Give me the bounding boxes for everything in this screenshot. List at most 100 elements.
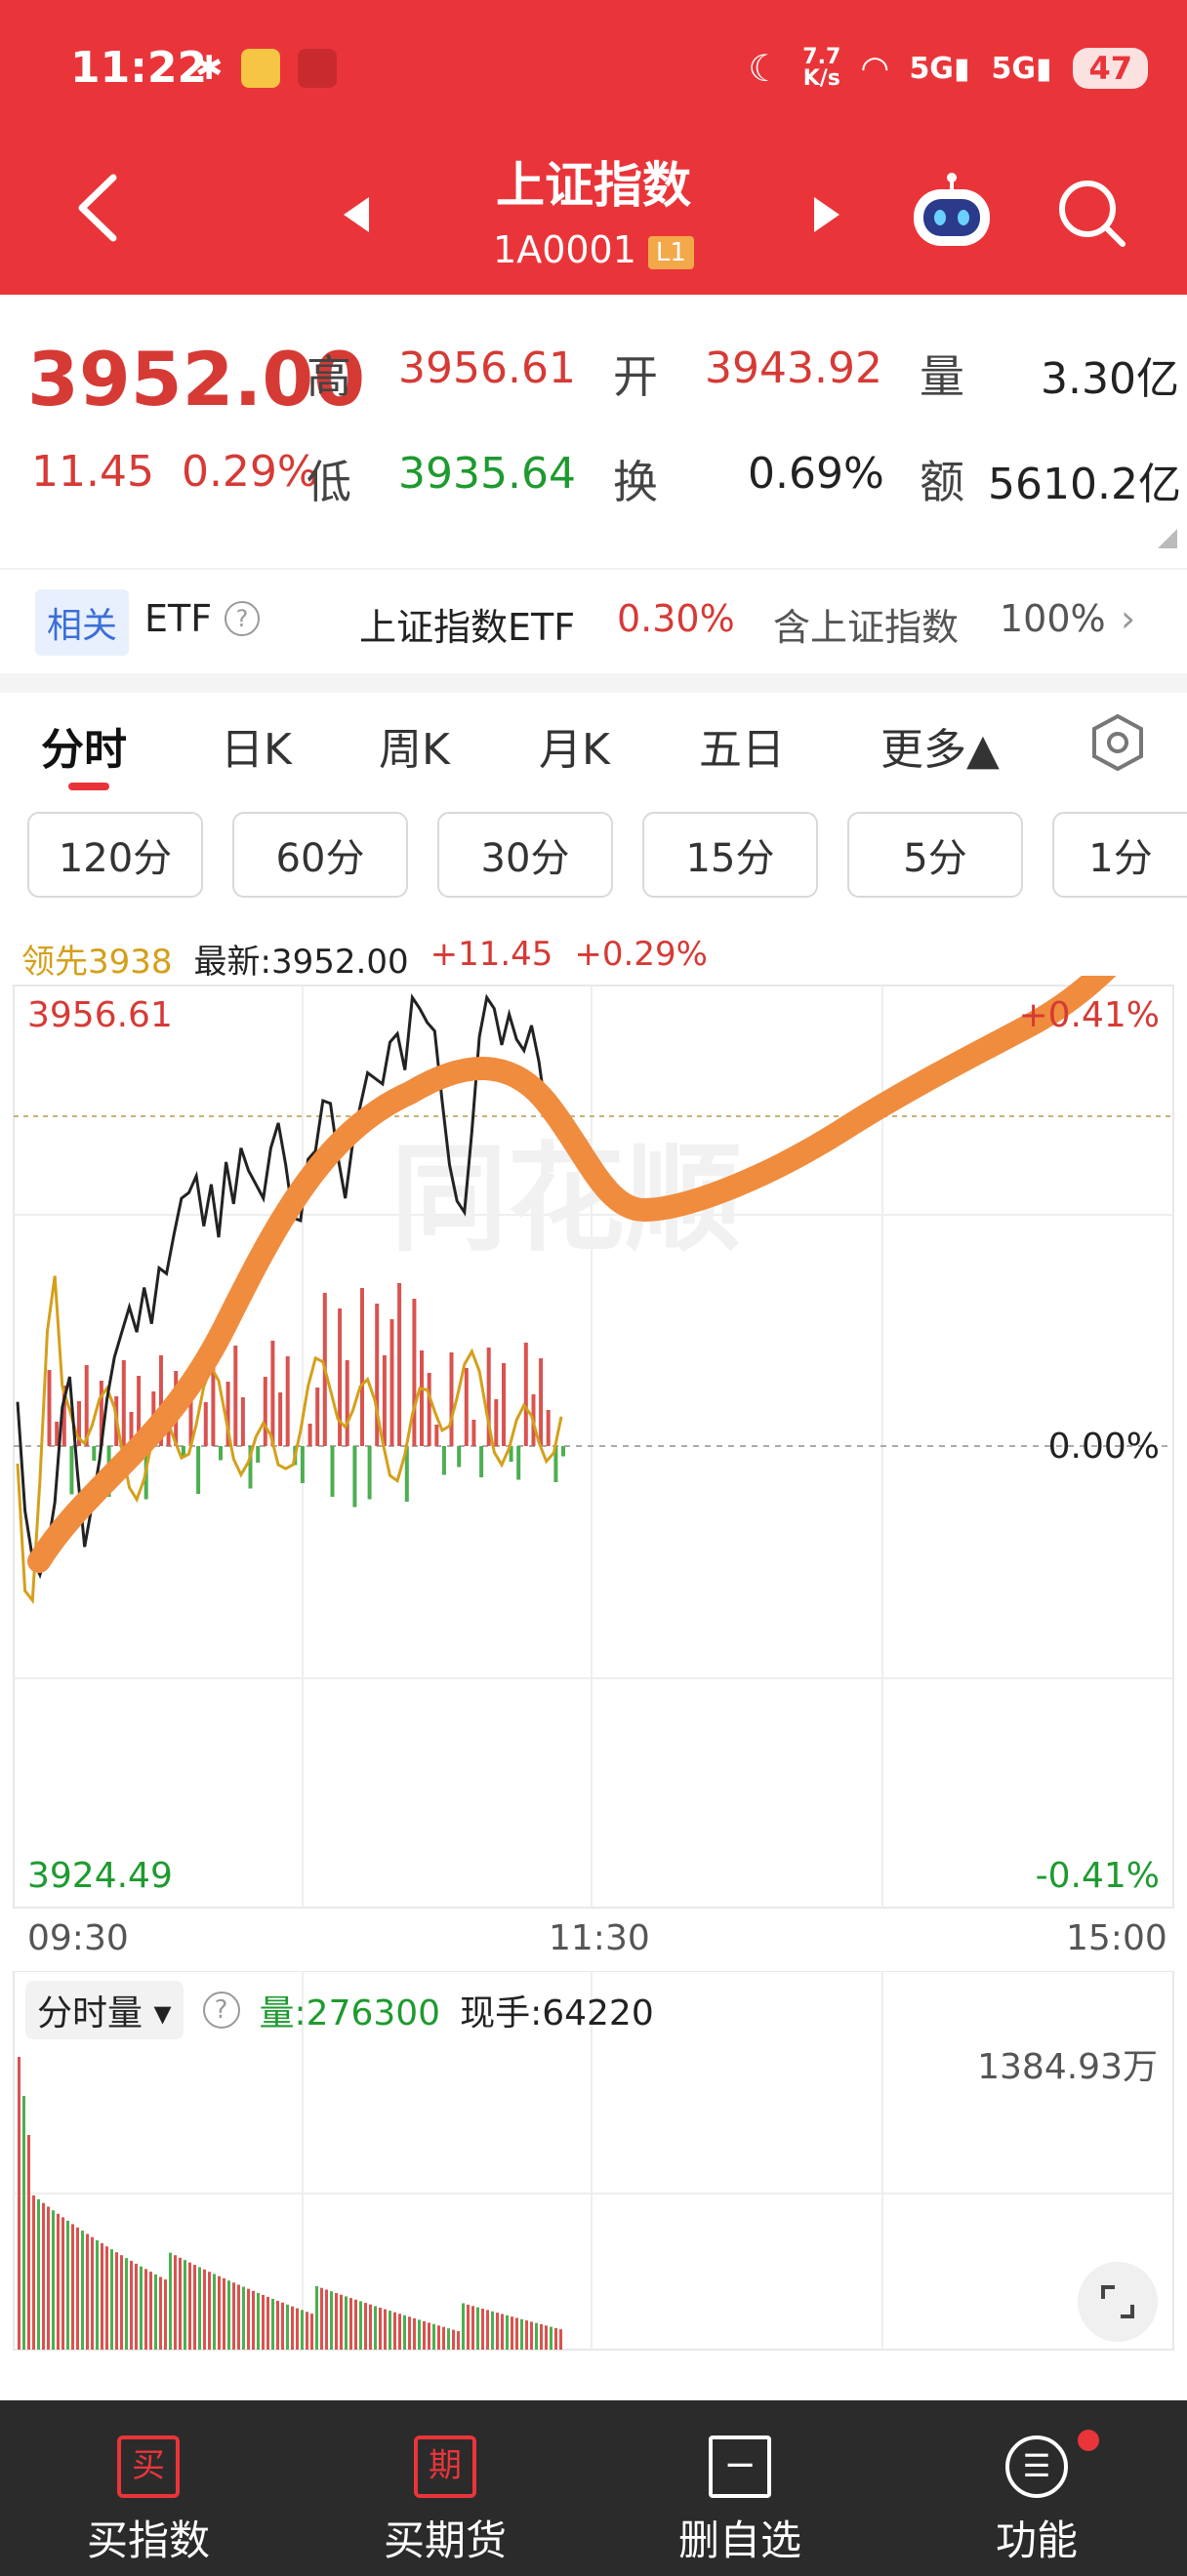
functions-button[interactable]: ☰ 功能 xyxy=(910,2400,1164,2576)
period-60min[interactable]: 60分 xyxy=(232,812,408,898)
period-30min[interactable]: 30分 xyxy=(437,812,613,898)
volume-bar xyxy=(184,2260,186,2350)
flow-bar xyxy=(233,1346,238,1446)
volume-bar xyxy=(462,2303,465,2350)
period-15min[interactable]: 15分 xyxy=(642,812,818,898)
search-icon[interactable] xyxy=(1054,176,1128,250)
period-120min[interactable]: 120分 xyxy=(27,812,203,898)
volume-bar xyxy=(359,2301,362,2350)
next-stock-icon[interactable] xyxy=(812,195,841,234)
signal-1-icon: 5G▮ xyxy=(909,51,970,86)
buy-futures-button[interactable]: 期 买期货 xyxy=(318,2400,572,2576)
turnover-value: 0.69% xyxy=(748,449,884,499)
flow-bar xyxy=(494,1399,499,1446)
period-selector: 120分 60分 30分 15分 5分 1分 xyxy=(0,802,1187,900)
volume-bar xyxy=(66,2220,69,2350)
low-label: 低 xyxy=(307,456,351,508)
volume-bar xyxy=(374,2306,377,2350)
tab-daily-k[interactable]: 日K xyxy=(221,714,292,777)
flow-bar xyxy=(256,1446,261,1463)
volume-bar xyxy=(501,2314,504,2350)
volume-bar xyxy=(110,2249,113,2350)
chart-tabs: 分时 日K 周K 月K 五日 更多▲ xyxy=(0,693,1187,800)
volume-bar xyxy=(457,2331,460,2350)
status-app-icons: ✱ xyxy=(195,49,337,88)
signal-2-icon: 5G▮ xyxy=(991,51,1052,86)
volume-bar xyxy=(281,2302,284,2350)
volume-max-label: 1384.93万 xyxy=(977,2047,1158,2087)
tab-more[interactable]: 更多▲ xyxy=(880,714,1000,777)
volume-bar xyxy=(218,2275,221,2350)
open-label: 开 xyxy=(613,350,658,403)
volume-info: 分时量 ▾ ? 量:276300 现手:64220 xyxy=(25,1981,654,2039)
volume-bar xyxy=(223,2277,225,2350)
volume-bar xyxy=(408,2316,411,2350)
tab-monthly-k[interactable]: 月K xyxy=(539,714,610,777)
etf-name: 上证指数ETF xyxy=(359,606,576,649)
period-5min[interactable]: 5分 xyxy=(847,812,1023,898)
robot-assistant-icon[interactable] xyxy=(908,172,996,250)
current-hand: 现手:64220 xyxy=(460,1993,654,2033)
volume-bar xyxy=(325,2289,328,2350)
settings-hexagon-icon[interactable] xyxy=(1087,712,1148,773)
flow-bar xyxy=(382,1355,387,1446)
volume-bar xyxy=(52,2210,55,2350)
tab-five-day[interactable]: 五日 xyxy=(699,714,785,777)
time-tick-end: 15:00 xyxy=(1066,1918,1167,1958)
moon-icon: ☾ xyxy=(748,47,782,90)
volume-bar xyxy=(413,2317,416,2350)
volume-bar xyxy=(554,2327,557,2350)
flow-bar xyxy=(546,1410,551,1446)
volume-bar xyxy=(242,2286,245,2350)
volume-bar xyxy=(266,2296,269,2350)
volume-bar xyxy=(86,2234,89,2350)
volume-bar xyxy=(101,2243,103,2350)
remove-watchlist-button[interactable]: − 删自选 xyxy=(613,2400,867,2576)
volume-selector[interactable]: 分时量 ▾ xyxy=(25,1981,184,2039)
flow-bar xyxy=(389,1319,394,1446)
flow-bar xyxy=(300,1446,305,1483)
tab-weekly-k[interactable]: 周K xyxy=(379,714,450,777)
expand-corner-icon[interactable] xyxy=(1158,529,1177,548)
fullscreen-button[interactable] xyxy=(1078,2262,1158,2342)
volume-value: 3.30亿 xyxy=(1041,354,1179,404)
tab-intraday[interactable]: 分时 xyxy=(41,714,127,777)
volume-bar xyxy=(550,2326,553,2350)
intraday-chart[interactable]: 同花顺 3956.61 +0.41% 0.00% 3924.49 -0.41% xyxy=(0,976,1187,1912)
volume-bar xyxy=(159,2276,162,2350)
volume-bar xyxy=(227,2280,230,2350)
volume-bar xyxy=(271,2298,274,2350)
section-divider xyxy=(0,673,1187,693)
volume-help-icon[interactable]: ? xyxy=(202,1992,240,2029)
volume-bar xyxy=(345,2296,348,2350)
volume-bar xyxy=(379,2308,382,2350)
battery-icon: 47 xyxy=(1073,48,1148,89)
volume-bar xyxy=(520,2318,523,2350)
volume-bar xyxy=(120,2255,123,2350)
flow-bar xyxy=(240,1397,245,1446)
zero-pct-label: 0.00% xyxy=(1048,1427,1160,1467)
active-tab-indicator xyxy=(68,783,109,790)
page-title: 上证指数 xyxy=(496,157,691,214)
flow-bar xyxy=(345,1360,349,1446)
app-header: 11:22 ✱ ☾ 7.7 K/s ◠ 5G▮ 5G▮ 47 上证指数 1A000… xyxy=(0,0,1187,295)
related-etf-row[interactable]: 相关 ETF ? 上证指数ETF 0.30% 含上证指数 100% › xyxy=(0,568,1187,673)
flow-bar xyxy=(412,1299,417,1446)
help-icon[interactable]: ? xyxy=(225,601,260,636)
net-speed: 7.7 K/s xyxy=(802,45,841,91)
buy-index-button[interactable]: 买 买指数 xyxy=(21,2400,275,2576)
volume-bar xyxy=(188,2262,191,2350)
volume-amount: 量:276300 xyxy=(259,1993,441,2033)
volume-bar xyxy=(130,2261,133,2350)
period-1min[interactable]: 1分 xyxy=(1052,812,1187,898)
volume-bar xyxy=(530,2321,533,2350)
volume-bar xyxy=(467,2304,470,2350)
volume-bar xyxy=(306,2312,308,2350)
volume-bar xyxy=(76,2227,79,2350)
volume-bar xyxy=(179,2257,182,2350)
etf-weight: 100% xyxy=(1000,597,1106,640)
volume-bar xyxy=(330,2291,333,2350)
flow-bar xyxy=(278,1392,283,1446)
volume-label: 量 xyxy=(920,350,964,403)
volume-bar xyxy=(286,2304,289,2350)
